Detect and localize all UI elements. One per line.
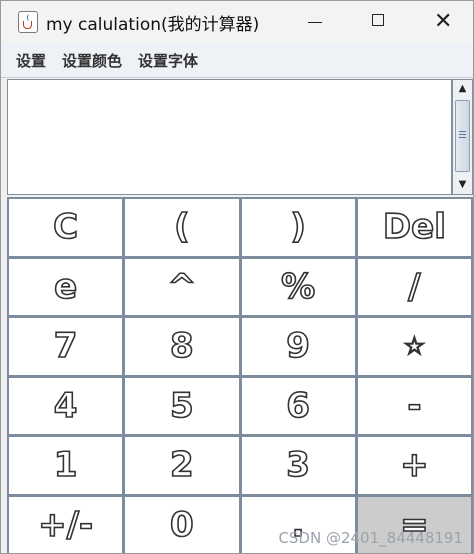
plus-button[interactable]: + xyxy=(357,437,471,494)
negate-button[interactable]: +/- xyxy=(9,496,123,553)
divide-button[interactable]: / xyxy=(357,258,471,315)
digit-8-button[interactable]: 8 xyxy=(125,318,239,375)
window-controls: ✕ xyxy=(284,1,473,43)
digit-3-button[interactable]: 3 xyxy=(241,437,355,494)
close-paren-button[interactable]: ) xyxy=(241,199,355,256)
power-button[interactable]: ^ xyxy=(125,258,239,315)
keypad: C ( ) Del e ^ % / 7 8 9 ☆ 4 5 6 - 1 2 3 … xyxy=(7,197,473,553)
menu-bar: 设置 设置颜色 设置字体 xyxy=(1,43,473,78)
minimize-icon xyxy=(308,22,322,23)
digit-0-button[interactable]: 0 xyxy=(125,496,239,553)
menu-settings[interactable]: 设置 xyxy=(16,50,46,71)
clear-button[interactable]: C xyxy=(9,199,123,256)
digit-7-button[interactable]: 7 xyxy=(9,318,123,375)
digit-1-button[interactable]: 1 xyxy=(9,437,123,494)
java-coffee-icon xyxy=(18,11,38,33)
digit-2-button[interactable]: 2 xyxy=(125,437,239,494)
digit-4-button[interactable]: 4 xyxy=(9,377,123,434)
menu-set-color[interactable]: 设置颜色 xyxy=(62,50,122,71)
maximize-button[interactable] xyxy=(347,1,410,43)
percent-button[interactable]: % xyxy=(241,258,355,315)
minus-button[interactable]: - xyxy=(357,377,471,434)
close-button[interactable]: ✕ xyxy=(410,1,473,43)
scroll-thumb[interactable] xyxy=(455,100,470,172)
csdn-watermark: CSDN @2401_84448191 xyxy=(278,529,463,547)
close-icon: ✕ xyxy=(434,9,453,34)
menu-set-font[interactable]: 设置字体 xyxy=(138,50,198,71)
digit-5-button[interactable]: 5 xyxy=(125,377,239,434)
scroll-down-icon[interactable]: ▼ xyxy=(456,179,469,191)
display-scrollbar[interactable]: ▲ ▼ xyxy=(452,79,473,195)
delete-button[interactable]: Del xyxy=(357,199,471,256)
scroll-up-icon[interactable]: ▲ xyxy=(456,83,469,95)
display-textarea[interactable] xyxy=(7,79,452,195)
digit-6-button[interactable]: 6 xyxy=(241,377,355,434)
digit-9-button[interactable]: 9 xyxy=(241,318,355,375)
minimize-button[interactable] xyxy=(284,1,347,43)
e-button[interactable]: e xyxy=(9,258,123,315)
window-title: my calulation(我的计算器) xyxy=(46,14,260,35)
calculator-window: my calulation(我的计算器) ✕ 设置 设置颜色 设置字体 ▲ ▼ … xyxy=(0,0,474,554)
maximize-icon xyxy=(372,14,384,26)
title-bar[interactable]: my calulation(我的计算器) ✕ xyxy=(1,1,473,43)
open-paren-button[interactable]: ( xyxy=(125,199,239,256)
multiply-button[interactable]: ☆ xyxy=(357,318,471,375)
